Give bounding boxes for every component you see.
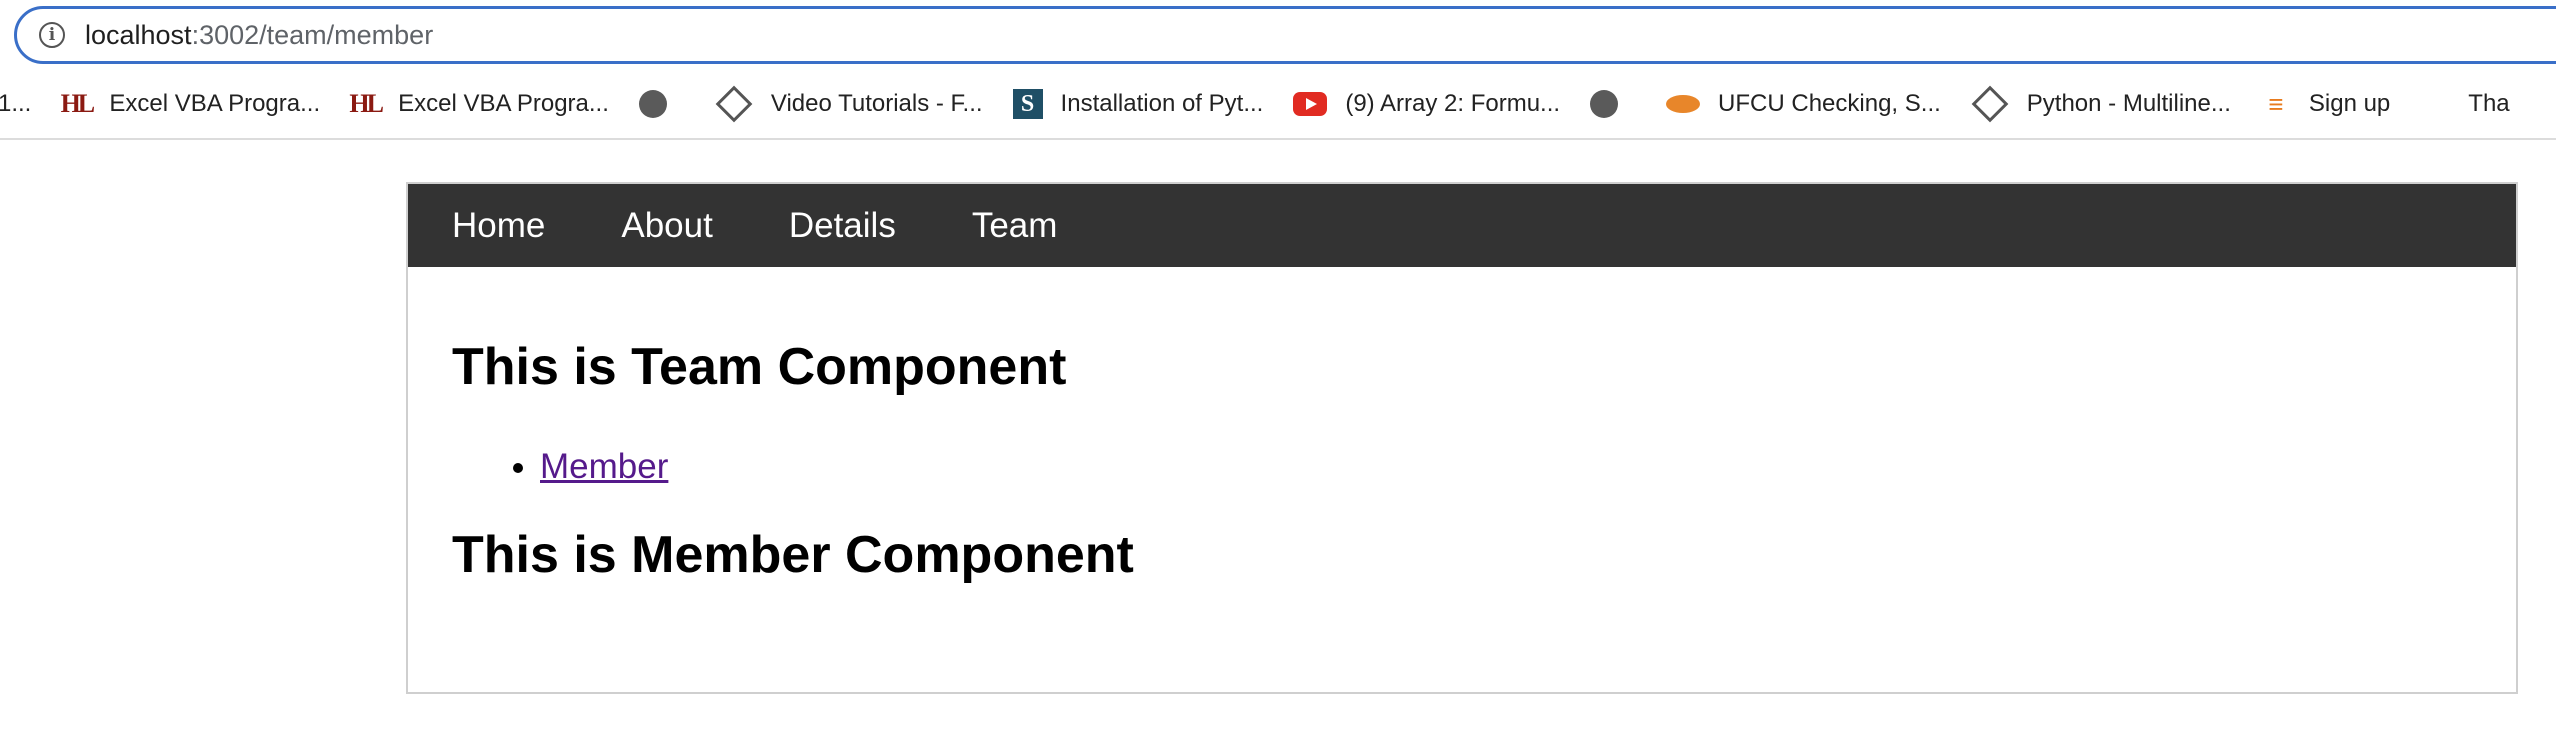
bookmark-label: Python - Multiline... (2026, 90, 2231, 117)
diamond-icon (1971, 85, 2009, 123)
bookmark-excel-vba-2[interactable]: HL Excel VBA Progra... (349, 89, 609, 119)
team-sublinks: Member (452, 447, 668, 487)
bookmark-video-tutorials[interactable]: Video Tutorials - F... (715, 85, 983, 123)
bookmark-label: Video Tutorials - F... (770, 90, 983, 117)
member-link[interactable]: Member (540, 447, 668, 486)
bookmark-label: Installation of Pyt... (1060, 90, 1264, 117)
app-container: Home About Details Team This is Team Com… (406, 182, 2518, 694)
bookmark-ufcu[interactable]: UFCU Checking, S... (1666, 90, 1941, 118)
bookmark-label: Excel VBA Progra... (109, 90, 321, 117)
nav-home-link[interactable]: Home (452, 206, 545, 246)
youtube-icon (1293, 92, 1328, 116)
url-path: :3002/team/member (191, 19, 434, 50)
bookmark-python-multiline[interactable]: Python - Multiline... (1971, 85, 2231, 123)
hl-icon: HL (60, 89, 96, 118)
bookmark-label: (9) Array 2: Formu... (1345, 90, 1561, 117)
bookmark-globe-2[interactable] (1590, 90, 1636, 118)
bookmark-globe-1[interactable] (638, 90, 685, 118)
bookmark-excel-vba-1[interactable]: HL Excel VBA Progra... (60, 89, 321, 119)
stackoverflow-icon: ≡ (2268, 88, 2284, 119)
bookmark-label: Excel VBA Progra... (398, 90, 609, 117)
bookmark-installation-python[interactable]: S Installation of Pyt... (1012, 89, 1264, 119)
s-icon: S (1012, 89, 1043, 119)
bookmark-label: Tha (2468, 90, 2510, 117)
bookmark-sign-up[interactable]: ≡ Sign up (2261, 89, 2390, 119)
bookmarks-bar: 1... HL Excel VBA Progra... HL Excel VBA… (0, 78, 2556, 130)
bookmark-partial-right[interactable]: Tha (2468, 90, 2509, 118)
info-icon[interactable]: i (39, 22, 65, 48)
address-bar[interactable]: i localhost:3002/team/member (14, 6, 2556, 64)
diamond-icon (715, 85, 753, 123)
url-text[interactable]: localhost:3002/team/member (85, 20, 433, 51)
globe-icon (1590, 90, 1619, 118)
list-item: Member (540, 447, 668, 487)
bookmark-label: Sign up (2308, 90, 2391, 117)
bookmark-label: UFCU Checking, S... (1718, 90, 1941, 117)
globe-icon (638, 90, 667, 118)
team-heading: This is Team Component (452, 338, 1067, 396)
nav-about-link[interactable]: About (621, 206, 712, 246)
bookmark-youtube-array[interactable]: (9) Array 2: Formu... (1293, 90, 1560, 118)
url-host: localhost (85, 19, 192, 50)
nav-team-link[interactable]: Team (972, 206, 1058, 246)
nav-details-link[interactable]: Details (789, 206, 896, 246)
hl-icon: HL (349, 89, 384, 118)
member-heading: This is Member Component (452, 526, 1134, 584)
bookmark-label: 1... (0, 90, 32, 117)
browser-chrome: i localhost:3002/team/member 1... HL Exc… (0, 0, 2556, 140)
bookmark-partial-left[interactable]: 1... (0, 90, 31, 118)
top-nav: Home About Details Team (408, 184, 2516, 267)
ufcu-icon (1666, 95, 1701, 113)
